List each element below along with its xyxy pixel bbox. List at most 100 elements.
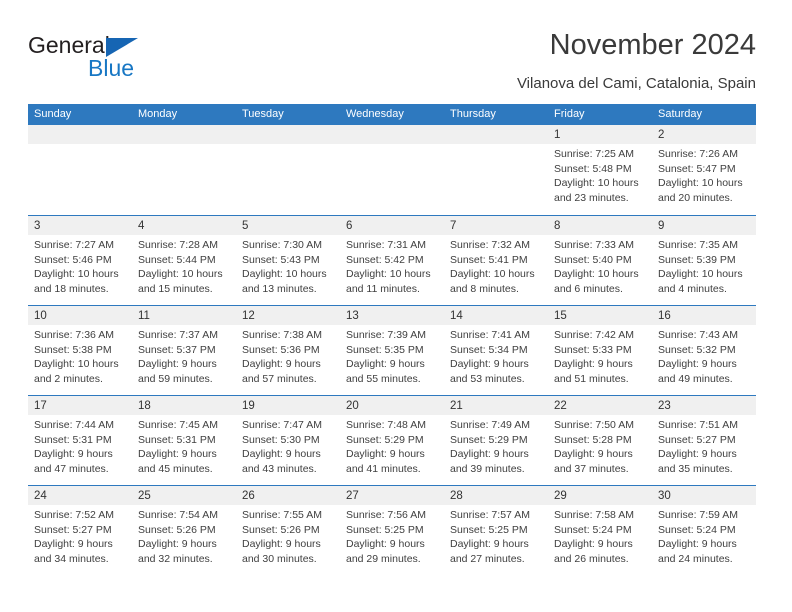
day-number: 18 [138,400,151,412]
day-number: 30 [658,490,671,502]
day-cell-15[interactable]: 15 Sunrise: 7:42 AM Sunset: 5:33 PM Dayligh… [548,306,652,395]
day-cell-9[interactable]: 9 Sunrise: 7:35 AM Sunset: 5:39 PM Daylight… [652,216,756,305]
day-details: Sunrise: 7:42 AM Sunset: 5:33 PM Daylight:… [548,325,652,386]
day-cell-5[interactable]: 5 Sunrise: 7:30 AM Sunset: 5:43 PM Daylight… [236,216,340,305]
weekday-header-saturday: Saturday [658,108,703,120]
day-number: 13 [346,310,359,322]
day-cell-18[interactable]: 18 Sunrise: 7:45 AM Sunset: 5:31 PM Dayligh… [132,396,236,485]
day-cell-6[interactable]: 6 Sunrise: 7:31 AM Sunset: 5:42 PM Daylight… [340,216,444,305]
day-detail-line: and 26 minutes. [554,552,629,565]
day-detail-line: Sunrise: 7:50 AM [554,419,634,431]
day-cell-13[interactable]: 13 Sunrise: 7:39 AM Sunset: 5:35 PM Dayligh… [340,306,444,395]
day-detail-line: Sunset: 5:46 PM [34,253,112,266]
logo-text-blue: Blue [88,55,135,81]
day-number-strip [28,125,132,144]
day-cell-12[interactable]: 12 Sunrise: 7:38 AM Sunset: 5:36 PM Dayligh… [236,306,340,395]
day-detail-line: Daylight: 9 hours [554,448,633,461]
day-number: 5 [242,220,249,232]
day-number-strip: 9 [652,216,756,235]
day-detail-line: Sunset: 5:30 PM [242,433,320,446]
day-cell-30[interactable]: 30 Sunrise: 7:59 AM Sunset: 5:24 PM Dayligh… [652,486,756,575]
day-detail-line: Sunrise: 7:49 AM [450,419,530,431]
day-details: Sunrise: 7:31 AM Sunset: 5:42 PM Daylight:… [340,235,444,296]
day-number-strip: 1 [548,125,652,144]
day-number-strip: 16 [652,306,756,325]
day-number-strip: 25 [132,486,236,505]
day-number: 14 [450,310,463,322]
day-number-strip: 15 [548,306,652,325]
day-cell-25[interactable]: 25 Sunrise: 7:54 AM Sunset: 5:26 PM Dayligh… [132,486,236,575]
day-detail-line: Sunset: 5:32 PM [658,343,736,356]
day-number-strip [132,125,236,144]
day-number-strip: 10 [28,306,132,325]
day-number-strip: 3 [28,216,132,235]
day-cell-14[interactable]: 14 Sunrise: 7:41 AM Sunset: 5:34 PM Dayligh… [444,306,548,395]
day-detail-line: Sunrise: 7:32 AM [450,239,530,251]
day-cell-11[interactable]: 11 Sunrise: 7:37 AM Sunset: 5:37 PM Dayligh… [132,306,236,395]
day-detail-line: and 13 minutes. [242,282,317,295]
day-detail-line: Sunset: 5:35 PM [346,343,424,356]
day-number-strip: 14 [444,306,548,325]
day-detail-line: Sunset: 5:38 PM [34,343,112,356]
day-details: Sunrise: 7:39 AM Sunset: 5:35 PM Daylight:… [340,325,444,386]
day-cell-21[interactable]: 21 Sunrise: 7:49 AM Sunset: 5:29 PM Dayligh… [444,396,548,485]
day-cell-28[interactable]: 28 Sunrise: 7:57 AM Sunset: 5:25 PM Dayligh… [444,486,548,575]
day-detail-line: Daylight: 9 hours [138,448,217,461]
day-cell-8[interactable]: 8 Sunrise: 7:33 AM Sunset: 5:40 PM Daylight… [548,216,652,305]
day-detail-line: and 11 minutes. [346,282,420,295]
day-detail-line: and 6 minutes. [554,282,623,295]
day-cell-27[interactable]: 27 Sunrise: 7:56 AM Sunset: 5:25 PM Dayligh… [340,486,444,575]
day-cell-29[interactable]: 29 Sunrise: 7:58 AM Sunset: 5:24 PM Dayligh… [548,486,652,575]
day-cell-4[interactable]: 4 Sunrise: 7:28 AM Sunset: 5:44 PM Daylight… [132,216,236,305]
day-cell-3[interactable]: 3 Sunrise: 7:27 AM Sunset: 5:46 PM Daylight… [28,216,132,305]
day-cell-23[interactable]: 23 Sunrise: 7:51 AM Sunset: 5:27 PM Dayligh… [652,396,756,485]
day-detail-line: Sunrise: 7:33 AM [554,239,634,251]
day-cell-19[interactable]: 19 Sunrise: 7:47 AM Sunset: 5:30 PM Dayligh… [236,396,340,485]
day-detail-line: Sunrise: 7:28 AM [138,239,218,251]
day-detail-line: and 32 minutes. [138,552,213,565]
day-detail-line: and 43 minutes. [242,462,317,475]
day-cell-2[interactable]: 2 Sunrise: 7:26 AM Sunset: 5:47 PM Daylight… [652,125,756,215]
day-cell-22[interactable]: 22 Sunrise: 7:50 AM Sunset: 5:28 PM Dayligh… [548,396,652,485]
day-number-strip: 23 [652,396,756,415]
day-number: 2 [658,129,665,141]
calendar-week-row: 10 Sunrise: 7:36 AM Sunset: 5:38 PM Dayligh… [28,305,756,395]
day-details: Sunrise: 7:30 AM Sunset: 5:43 PM Daylight:… [236,235,340,296]
day-number: 27 [346,490,359,502]
day-cell-empty [340,125,444,215]
day-detail-line: and 45 minutes. [138,462,213,475]
day-detail-line: Sunset: 5:26 PM [242,523,320,536]
day-detail-line: Sunset: 5:24 PM [554,523,632,536]
day-detail-line: Sunrise: 7:52 AM [34,509,114,521]
day-cell-20[interactable]: 20 Sunrise: 7:48 AM Sunset: 5:29 PM Dayligh… [340,396,444,485]
day-cell-17[interactable]: 17 Sunrise: 7:44 AM Sunset: 5:31 PM Dayligh… [28,396,132,485]
day-cell-10[interactable]: 10 Sunrise: 7:36 AM Sunset: 5:38 PM Dayligh… [28,306,132,395]
day-cell-1[interactable]: 1 Sunrise: 7:25 AM Sunset: 5:48 PM Daylight… [548,125,652,215]
day-detail-line: Sunrise: 7:48 AM [346,419,426,431]
day-detail-line: and 8 minutes. [450,282,519,295]
day-detail-line: Sunset: 5:34 PM [450,343,528,356]
weekday-header-thursday: Thursday [450,108,496,120]
day-detail-line: Sunrise: 7:59 AM [658,509,738,521]
day-details: Sunrise: 7:43 AM Sunset: 5:32 PM Daylight:… [652,325,756,386]
day-details: Sunrise: 7:45 AM Sunset: 5:31 PM Daylight:… [132,415,236,476]
day-cell-7[interactable]: 7 Sunrise: 7:32 AM Sunset: 5:41 PM Daylight… [444,216,548,305]
day-detail-line: Daylight: 10 hours [346,268,431,281]
day-number: 6 [346,220,353,232]
day-cell-16[interactable]: 16 Sunrise: 7:43 AM Sunset: 5:32 PM Dayligh… [652,306,756,395]
day-detail-line: Sunset: 5:44 PM [138,253,216,266]
day-number: 21 [450,400,463,412]
calendar-weeks: 1 Sunrise: 7:25 AM Sunset: 5:48 PM Daylight… [28,125,756,575]
day-detail-line: and 18 minutes. [34,282,109,295]
weekday-header-monday: Monday [138,108,178,120]
day-cell-24[interactable]: 24 Sunrise: 7:52 AM Sunset: 5:27 PM Dayligh… [28,486,132,575]
day-details: Sunrise: 7:57 AM Sunset: 5:25 PM Daylight:… [444,505,548,566]
day-number: 8 [554,220,561,232]
day-detail-line: Sunrise: 7:38 AM [242,329,322,341]
day-cell-26[interactable]: 26 Sunrise: 7:55 AM Sunset: 5:26 PM Dayligh… [236,486,340,575]
day-detail-line: and 57 minutes. [242,372,317,385]
general-blue-logo[interactable]: General Blue [28,32,258,92]
day-number: 24 [34,490,47,502]
day-detail-line: Sunset: 5:26 PM [138,523,216,536]
day-number-strip: 28 [444,486,548,505]
